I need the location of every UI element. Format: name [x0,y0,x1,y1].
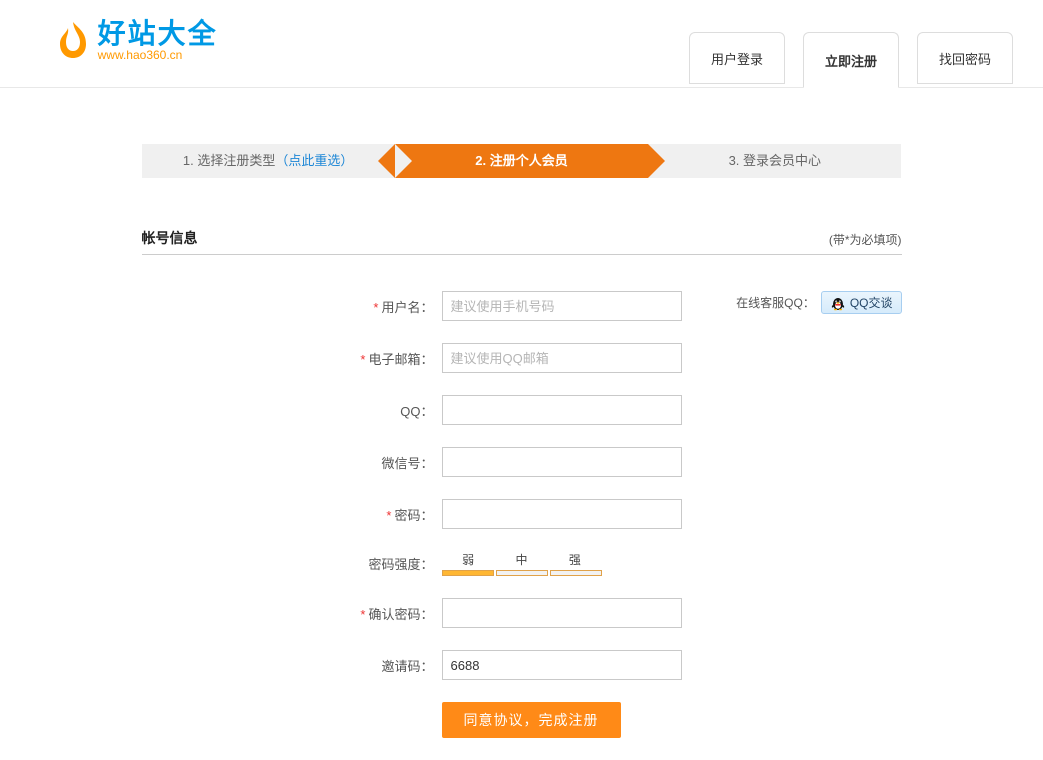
username-label: 用户名： [381,300,433,315]
section-required-note: (带*为必填项) [829,231,902,248]
tab-login[interactable]: 用户登录 [689,32,785,84]
section-title: 帐号信息 [142,228,198,248]
qq-label: QQ： [400,404,433,419]
logo-title: 好站大全 [98,20,218,48]
password-label: 密码： [394,508,433,523]
invite-code-input[interactable] [442,650,682,680]
submit-button[interactable]: 同意协议，完成注册 [442,702,621,738]
wechat-label: 微信号： [381,456,433,471]
qq-penguin-icon [830,295,846,311]
strength-strong: 强 [548,551,601,568]
username-input[interactable] [442,291,682,321]
auth-tabs: 用户登录 立即注册 找回密码 [689,32,1013,88]
step-2: 2. 注册个人会员 [395,144,648,178]
qq-chat-button[interactable]: QQ交谈 [821,291,902,314]
qq-input[interactable] [442,395,682,425]
header: 好站大全 www.hao360.cn 用户登录 立即注册 找回密码 [0,0,1043,88]
password-input[interactable] [442,499,682,529]
strength-bar-2 [496,570,548,576]
tab-recover[interactable]: 找回密码 [917,32,1013,84]
logo-flame-icon [56,20,90,63]
confirm-password-label: 确认密码： [368,607,433,622]
strength-weak: 弱 [442,551,495,568]
step-3: 3. 登录会员中心 [648,144,901,178]
step-1-reselect-link[interactable]: （点此重选） [275,153,353,168]
email-label: 电子邮箱： [368,352,433,367]
strength-mid: 中 [495,551,548,568]
strength-label: 密码强度： [368,557,433,572]
tab-register[interactable]: 立即注册 [803,32,899,88]
password-strength-meter: 弱 中 强 [442,551,602,576]
wizard-steps: 1. 选择注册类型（点此重选） 2. 注册个人会员 3. 登录会员中心 [142,144,902,178]
confirm-password-input[interactable] [442,598,682,628]
invite-code-label: 邀请码： [381,659,433,674]
step-1-text: 1. 选择注册类型 [183,153,275,168]
email-input[interactable] [442,343,682,373]
qq-chat-label: QQ交谈 [850,294,893,311]
step-1[interactable]: 1. 选择注册类型（点此重选） [142,144,395,178]
logo-subtitle: www.hao360.cn [98,48,218,62]
qq-support-label: 在线客服QQ： [736,294,815,311]
strength-bar-1 [442,570,494,576]
wechat-input[interactable] [442,447,682,477]
strength-bar-3 [550,570,602,576]
qq-support: 在线客服QQ： QQ交谈 [736,291,901,314]
logo[interactable]: 好站大全 www.hao360.cn [56,20,218,63]
